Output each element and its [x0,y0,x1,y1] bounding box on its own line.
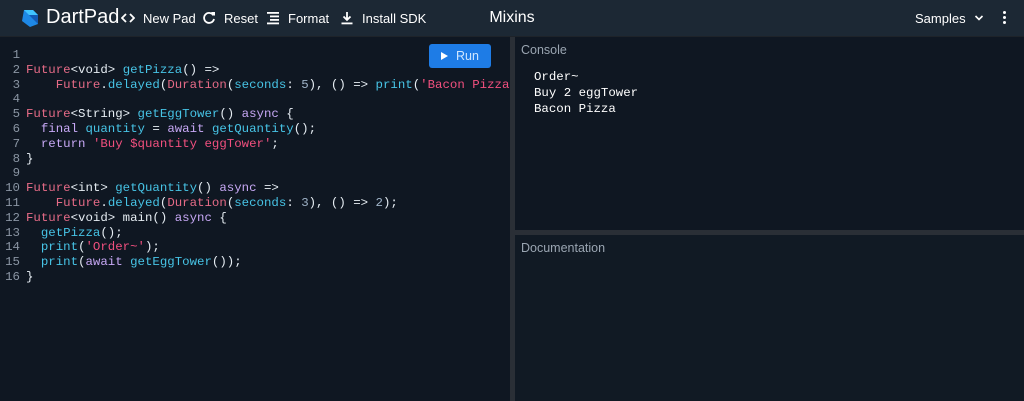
reset-label: Reset [224,10,258,26]
download-icon [341,12,353,25]
line-number: 5 [12,107,20,122]
app-name[interactable]: DartPad [46,6,119,29]
format-lines-icon [267,12,279,25]
documentation-panel: Documentation [515,235,1024,401]
code-line: 6 final quantity = await getQuantity(); [0,122,510,137]
console-line: Buy 2 eggTower [534,86,639,100]
new-pad-button[interactable]: New Pad [121,0,196,36]
code-line: 14 print('Order~'); [0,240,510,255]
refresh-icon [203,12,215,24]
console-label: Console [521,43,567,57]
code-line: 8} [0,152,510,167]
line-number: 4 [12,92,20,107]
line-number: 11 [5,195,20,210]
code-line: 3 Future.delayed(Duration(seconds: 5), (… [0,77,540,93]
dart-logo-icon[interactable] [19,7,41,29]
code-line: 7 return 'Buy $quantity eggTower'; [0,137,510,152]
line-number: 15 [5,255,20,270]
line-number: 2 [12,62,20,77]
code-line: 10 Future<int> getQuantity() async => [0,181,510,196]
console-line: Bacon Pizza [534,102,616,116]
line-number: 13 [5,225,20,240]
code-line: 12 Future<void> main() async { [0,211,510,226]
code-area[interactable]: 1 2 Future<void> getPizza() => 3 Future.d… [0,48,540,285]
line-number: 16 [5,269,20,284]
code-line: 5 Future<String> getEggTower() async { [0,107,510,122]
more-vert-icon[interactable] [998,9,1010,27]
samples-dropdown[interactable]: Samples [915,0,984,36]
code-line: 13 getPizza(); [0,226,510,241]
console-panel: Console Order~ Buy 2 eggTower Bacon Pizz… [515,37,1024,230]
code-line: 15 print(await getEggTower()); [0,255,510,270]
console-output: Order~ Buy 2 eggTower Bacon Pizza [534,69,638,117]
line-number: 1 [12,48,20,62]
line-number: 6 [12,121,20,136]
documentation-label: Documentation [521,241,606,255]
run-label: Run [456,49,479,63]
line-number: 14 [5,240,20,255]
reset-button[interactable]: Reset [202,0,258,36]
line-number: 12 [5,210,20,225]
code-editor[interactable]: 1 2 Future<void> getPizza() => 3 Future.d… [0,37,540,401]
code-line: 11 Future.delayed(Duration(seconds: 3), … [0,196,510,211]
line-number: 7 [12,136,20,151]
install-sdk-button[interactable]: Install SDK [340,0,426,36]
format-label: Format [288,10,330,26]
code-line: 4 [0,92,510,107]
app-header: DartPad New Pad Reset Format Install SDK… [0,0,1024,36]
chevron-down-icon [974,15,983,21]
format-button[interactable]: Format [266,0,329,36]
run-button[interactable]: Run [429,44,491,68]
console-line: Order~ [534,70,579,84]
play-icon [441,52,449,60]
code-line: 9 [0,166,510,181]
install-sdk-label: Install SDK [362,10,427,26]
line-number: 3 [12,77,20,92]
line-number: 10 [5,181,20,196]
line-number: 9 [12,166,20,181]
samples-label: Samples [915,10,966,26]
line-number: 8 [12,151,20,166]
code-line: 16} [0,270,510,285]
new-pad-label: New Pad [143,10,196,26]
code-brackets-icon [121,13,135,23]
